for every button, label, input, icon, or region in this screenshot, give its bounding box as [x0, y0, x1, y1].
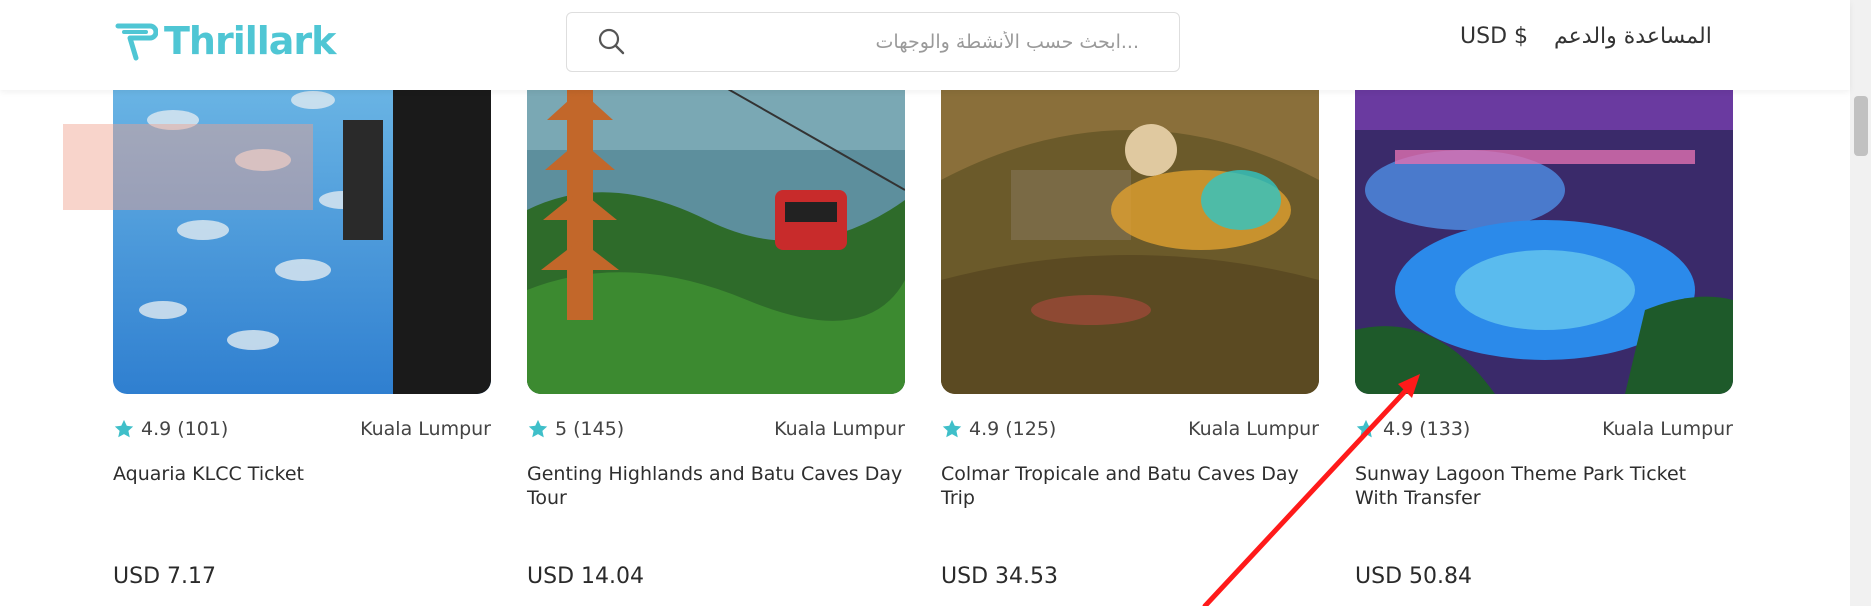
- star-icon: [114, 419, 134, 438]
- logo-icon: [115, 23, 158, 61]
- activity-image[interactable]: [113, 60, 491, 394]
- rating-text: 4.9 (101): [141, 418, 229, 440]
- activity-image[interactable]: [527, 60, 905, 394]
- rating-text: 5 (145): [555, 418, 625, 440]
- watermark: [63, 124, 313, 210]
- location-label: Kuala Lumpur: [774, 418, 905, 440]
- star-icon: [528, 419, 548, 438]
- help-support-link[interactable]: المساعدة والدعم: [1554, 24, 1712, 49]
- activity-price: USD 34.53: [941, 564, 1058, 589]
- rating-text: 4.9 (125): [969, 418, 1057, 440]
- activity-price: USD 50.84: [1355, 564, 1472, 589]
- star-icon: [1356, 419, 1376, 438]
- activity-title[interactable]: Sunway Lagoon Theme Park Ticket With Tra…: [1355, 462, 1733, 510]
- search-input[interactable]: [657, 23, 1141, 61]
- scrollbar-thumb[interactable]: [1854, 96, 1868, 156]
- search-bar[interactable]: [566, 12, 1180, 72]
- location-label: Kuala Lumpur: [360, 418, 491, 440]
- activity-price: USD 14.04: [527, 564, 644, 589]
- logo[interactable]: Thrillark: [112, 18, 336, 64]
- activity-title[interactable]: Colmar Tropicale and Batu Caves Day Trip: [941, 462, 1319, 510]
- search-icon[interactable]: [597, 27, 625, 55]
- activity-price: USD 7.17: [113, 564, 216, 589]
- location-label: Kuala Lumpur: [1602, 418, 1733, 440]
- top-header: Thrillark USD $ المساعدة والدعم: [0, 0, 1850, 90]
- activity-image[interactable]: [1355, 60, 1733, 394]
- activity-image[interactable]: [941, 60, 1319, 394]
- activity-title[interactable]: Aquaria KLCC Ticket: [113, 462, 491, 486]
- logo-text: Thrillark: [164, 19, 336, 63]
- rating-text: 4.9 (133): [1383, 418, 1471, 440]
- activity-title[interactable]: Genting Highlands and Batu Caves Day Tou…: [527, 462, 905, 510]
- location-label: Kuala Lumpur: [1188, 418, 1319, 440]
- page-scrollbar[interactable]: [1850, 0, 1871, 606]
- star-icon: [942, 419, 962, 438]
- currency-selector[interactable]: USD $: [1460, 24, 1528, 49]
